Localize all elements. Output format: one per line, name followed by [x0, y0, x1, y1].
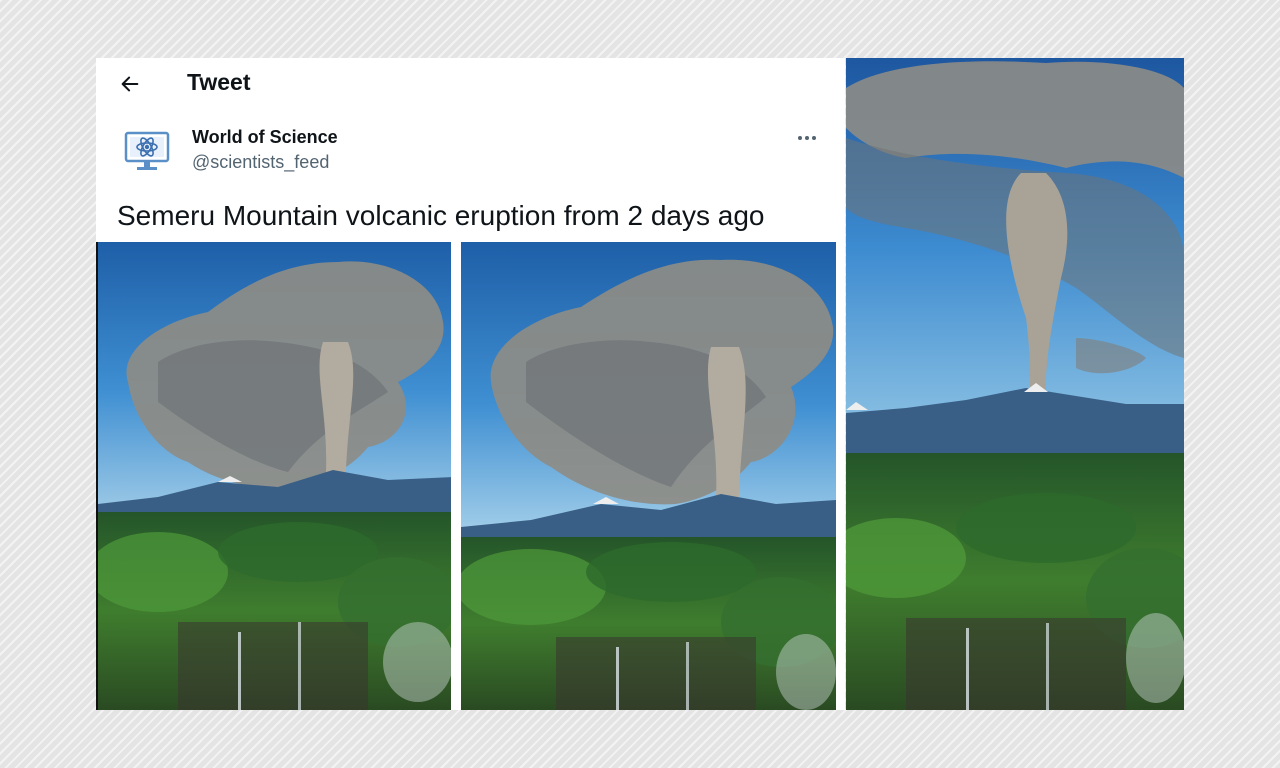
- avatar[interactable]: [122, 128, 172, 176]
- atom-monitor-icon: [124, 131, 170, 170]
- arrow-left-icon: [121, 76, 139, 92]
- author-name[interactable]: World of Science: [192, 127, 338, 148]
- volcano-photo: [461, 242, 836, 710]
- tweet-text: Semeru Mountain volcanic eruption from 2…: [117, 200, 765, 231]
- back-button[interactable]: [112, 66, 148, 102]
- volcano-photo: [846, 58, 1184, 710]
- more-horizontal-icon: [798, 136, 816, 140]
- tweet-author: World of Science @scientists_feed: [122, 124, 832, 180]
- volcano-photo: [98, 242, 451, 710]
- page-title: Tweet: [187, 69, 251, 95]
- tweet-header: Tweet: [96, 58, 845, 110]
- more-options-button[interactable]: [792, 126, 822, 150]
- volcano-photo-closeup[interactable]: [846, 58, 1184, 710]
- author-handle[interactable]: @scientists_feed: [192, 152, 329, 173]
- tweet-card: Tweet World of Science @scientists_feed: [96, 58, 845, 710]
- tweet-photo-2[interactable]: [461, 242, 836, 710]
- tweet-photo-1[interactable]: [96, 242, 451, 710]
